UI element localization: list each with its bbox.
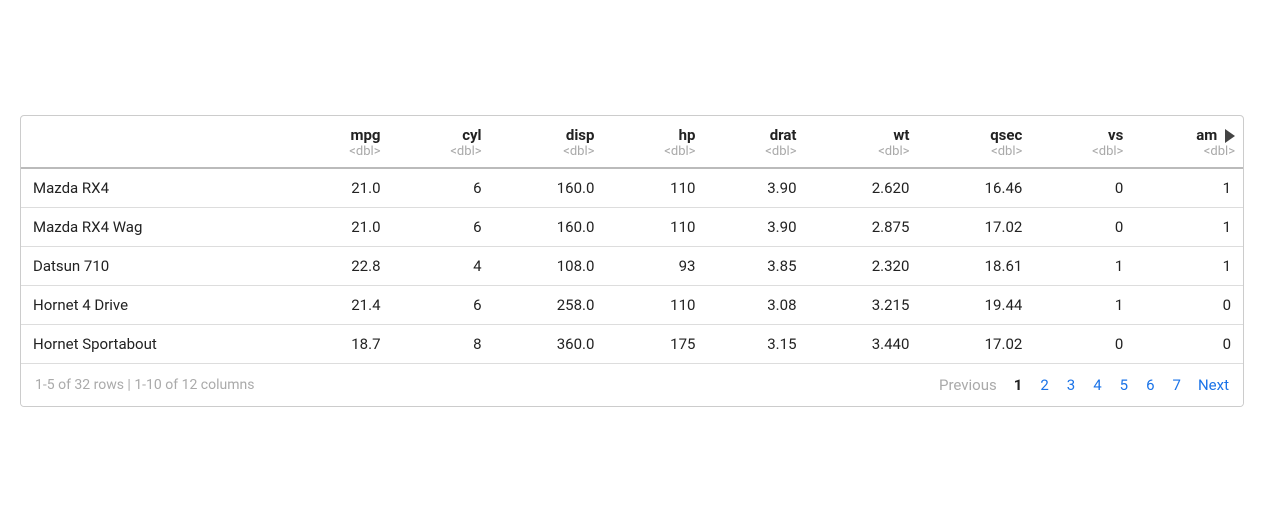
col-header-am[interactable]: am <dbl> [1135, 116, 1243, 168]
cell-am: 1 [1135, 168, 1243, 208]
col-header-wt[interactable]: wt <dbl> [809, 116, 922, 168]
cell-qsec: 18.61 [921, 247, 1034, 286]
cell-hp: 110 [606, 168, 707, 208]
cell-name: Hornet 4 Drive [21, 286, 291, 325]
cell-wt: 2.320 [809, 247, 922, 286]
cell-hp: 175 [606, 325, 707, 364]
next-button[interactable]: Next [1198, 376, 1229, 394]
cell-vs: 1 [1034, 286, 1135, 325]
cell-disp: 108.0 [494, 247, 607, 286]
col-header-disp[interactable]: disp <dbl> [494, 116, 607, 168]
table-row: Mazda RX421.06160.01103.902.62016.4601 [21, 168, 1243, 208]
page-2-button[interactable]: 2 [1033, 374, 1055, 396]
pagination-controls: Previous 1 2 3 4 5 6 7 Next [939, 374, 1229, 396]
cell-wt: 3.215 [809, 286, 922, 325]
more-columns-arrow-icon[interactable] [1225, 129, 1235, 143]
page-4-button[interactable]: 4 [1086, 374, 1108, 396]
cell-am: 1 [1135, 208, 1243, 247]
table-header-row: mpg <dbl> cyl <dbl> disp <dbl> hp <dbl> … [21, 116, 1243, 168]
previous-button[interactable]: Previous [939, 376, 997, 394]
cell-cyl: 6 [393, 208, 494, 247]
cell-disp: 258.0 [494, 286, 607, 325]
cell-disp: 160.0 [494, 208, 607, 247]
cell-wt: 2.620 [809, 168, 922, 208]
cell-vs: 0 [1034, 208, 1135, 247]
cell-cyl: 6 [393, 168, 494, 208]
cell-cyl: 8 [393, 325, 494, 364]
cell-name: Mazda RX4 Wag [21, 208, 291, 247]
table-row: Hornet 4 Drive21.46258.01103.083.21519.4… [21, 286, 1243, 325]
cell-disp: 160.0 [494, 168, 607, 208]
cell-am: 0 [1135, 286, 1243, 325]
page-5-button[interactable]: 5 [1113, 374, 1135, 396]
cell-vs: 0 [1034, 325, 1135, 364]
cell-cyl: 6 [393, 286, 494, 325]
col-header-hp[interactable]: hp <dbl> [606, 116, 707, 168]
page-1-button[interactable]: 1 [1007, 374, 1030, 396]
cell-disp: 360.0 [494, 325, 607, 364]
data-table: mpg <dbl> cyl <dbl> disp <dbl> hp <dbl> … [20, 115, 1244, 407]
cell-vs: 1 [1034, 247, 1135, 286]
col-header-name [21, 116, 291, 168]
col-header-cyl[interactable]: cyl <dbl> [393, 116, 494, 168]
col-header-vs[interactable]: vs <dbl> [1034, 116, 1135, 168]
cell-drat: 3.08 [707, 286, 808, 325]
cell-hp: 110 [606, 208, 707, 247]
table-row: Hornet Sportabout18.78360.01753.153.4401… [21, 325, 1243, 364]
row-count-info: 1-5 of 32 rows | 1-10 of 12 columns [35, 377, 254, 393]
cell-name: Hornet Sportabout [21, 325, 291, 364]
cell-drat: 3.85 [707, 247, 808, 286]
table-footer: 1-5 of 32 rows | 1-10 of 12 columns Prev… [21, 363, 1243, 406]
table-row: Datsun 71022.84108.0933.852.32018.6111 [21, 247, 1243, 286]
cell-drat: 3.15 [707, 325, 808, 364]
cell-mpg: 21.4 [291, 286, 392, 325]
page-6-button[interactable]: 6 [1139, 374, 1161, 396]
cell-mpg: 21.0 [291, 208, 392, 247]
col-header-qsec[interactable]: qsec <dbl> [921, 116, 1034, 168]
cell-wt: 2.875 [809, 208, 922, 247]
cell-qsec: 16.46 [921, 168, 1034, 208]
cell-wt: 3.440 [809, 325, 922, 364]
cell-mpg: 21.0 [291, 168, 392, 208]
cell-name: Datsun 710 [21, 247, 291, 286]
cell-drat: 3.90 [707, 168, 808, 208]
cell-am: 1 [1135, 247, 1243, 286]
cell-name: Mazda RX4 [21, 168, 291, 208]
col-header-drat[interactable]: drat <dbl> [707, 116, 808, 168]
cell-am: 0 [1135, 325, 1243, 364]
page-3-button[interactable]: 3 [1060, 374, 1082, 396]
cell-qsec: 19.44 [921, 286, 1034, 325]
page-7-button[interactable]: 7 [1166, 374, 1188, 396]
cell-mpg: 22.8 [291, 247, 392, 286]
cell-hp: 110 [606, 286, 707, 325]
cell-mpg: 18.7 [291, 325, 392, 364]
cell-qsec: 17.02 [921, 325, 1034, 364]
table-row: Mazda RX4 Wag21.06160.01103.902.87517.02… [21, 208, 1243, 247]
col-header-mpg[interactable]: mpg <dbl> [291, 116, 392, 168]
cell-hp: 93 [606, 247, 707, 286]
cell-qsec: 17.02 [921, 208, 1034, 247]
cell-vs: 0 [1034, 168, 1135, 208]
cell-drat: 3.90 [707, 208, 808, 247]
cell-cyl: 4 [393, 247, 494, 286]
